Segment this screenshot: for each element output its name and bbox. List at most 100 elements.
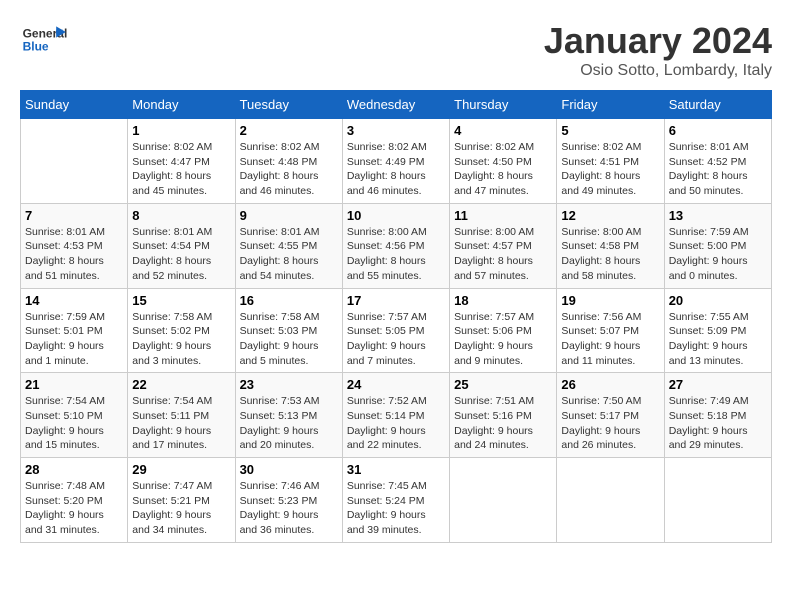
header-thursday: Thursday	[450, 91, 557, 119]
day-number: 7	[25, 208, 123, 223]
header-tuesday: Tuesday	[235, 91, 342, 119]
calendar-cell: 21 Sunrise: 7:54 AMSunset: 5:10 PMDayligh…	[21, 373, 128, 458]
calendar-week-row: 21 Sunrise: 7:54 AMSunset: 5:10 PMDayligh…	[21, 373, 772, 458]
calendar-cell	[557, 458, 664, 543]
day-info: Sunrise: 8:00 AMSunset: 4:58 PMDaylight:…	[561, 225, 659, 284]
calendar-week-row: 28Sunrise: 7:48 AMSunset: 5:20 PMDayligh…	[21, 458, 772, 543]
calendar-cell: 26 Sunrise: 7:50 AMSunset: 5:17 PMDayligh…	[557, 373, 664, 458]
calendar-cell: 6Sunrise: 8:01 AMSunset: 4:52 PMDaylight…	[664, 119, 771, 204]
calendar-title: January 2024	[544, 20, 772, 62]
calendar-cell	[664, 458, 771, 543]
day-number: 22	[132, 377, 230, 392]
logo-icon: General Blue	[20, 20, 70, 60]
day-number: 19	[561, 293, 659, 308]
calendar-cell: 14 Sunrise: 7:59 AMSunset: 5:01 PMDayligh…	[21, 288, 128, 373]
calendar-cell: 5 Sunrise: 8:02 AMSunset: 4:51 PMDaylight…	[557, 119, 664, 204]
calendar-cell: 2 Sunrise: 8:02 AMSunset: 4:48 PMDaylight…	[235, 119, 342, 204]
calendar-table: Sunday Monday Tuesday Wednesday Thursday…	[20, 90, 772, 543]
day-number: 17	[347, 293, 445, 308]
svg-text:Blue: Blue	[23, 39, 49, 53]
day-info: Sunrise: 8:02 AMSunset: 4:48 PMDaylight:…	[240, 140, 338, 199]
calendar-cell: 28Sunrise: 7:48 AMSunset: 5:20 PMDayligh…	[21, 458, 128, 543]
day-number: 14	[25, 293, 123, 308]
day-number: 15	[132, 293, 230, 308]
calendar-cell: 13 Sunrise: 7:59 AMSunset: 5:00 PMDayligh…	[664, 203, 771, 288]
calendar-cell: 18 Sunrise: 7:57 AMSunset: 5:06 PMDayligh…	[450, 288, 557, 373]
title-area: January 2024 Osio Sotto, Lombardy, Italy	[544, 20, 772, 80]
day-number: 20	[669, 293, 767, 308]
day-info: Sunrise: 8:02 AMSunset: 4:47 PMDaylight:…	[132, 140, 230, 199]
calendar-week-row: 14 Sunrise: 7:59 AMSunset: 5:01 PMDayligh…	[21, 288, 772, 373]
calendar-cell: 7 Sunrise: 8:01 AMSunset: 4:53 PMDaylight…	[21, 203, 128, 288]
day-info: Sunrise: 7:53 AMSunset: 5:13 PMDaylight:…	[240, 394, 338, 453]
calendar-cell: 19Sunrise: 7:56 AMSunset: 5:07 PMDayligh…	[557, 288, 664, 373]
day-number: 13	[669, 208, 767, 223]
day-info: Sunrise: 7:59 AMSunset: 5:00 PMDaylight:…	[669, 225, 767, 284]
calendar-cell: 20Sunrise: 7:55 AMSunset: 5:09 PMDayligh…	[664, 288, 771, 373]
calendar-cell: 30Sunrise: 7:46 AMSunset: 5:23 PMDayligh…	[235, 458, 342, 543]
day-number: 21	[25, 377, 123, 392]
day-number: 18	[454, 293, 552, 308]
calendar-cell: 24 Sunrise: 7:52 AMSunset: 5:14 PMDayligh…	[342, 373, 449, 458]
day-number: 31	[347, 462, 445, 477]
day-info: Sunrise: 7:57 AMSunset: 5:06 PMDaylight:…	[454, 310, 552, 369]
day-number: 12	[561, 208, 659, 223]
day-info: Sunrise: 8:00 AMSunset: 4:56 PMDaylight:…	[347, 225, 445, 284]
day-info: Sunrise: 8:01 AMSunset: 4:55 PMDaylight:…	[240, 225, 338, 284]
day-number: 29	[132, 462, 230, 477]
day-number: 24	[347, 377, 445, 392]
day-info: Sunrise: 8:02 AMSunset: 4:50 PMDaylight:…	[454, 140, 552, 199]
day-info: Sunrise: 7:47 AMSunset: 5:21 PMDaylight:…	[132, 479, 230, 538]
day-number: 9	[240, 208, 338, 223]
calendar-cell: 1 Sunrise: 8:02 AMSunset: 4:47 PMDaylight…	[128, 119, 235, 204]
day-info: Sunrise: 8:01 AMSunset: 4:54 PMDaylight:…	[132, 225, 230, 284]
day-info: Sunrise: 7:48 AMSunset: 5:20 PMDaylight:…	[25, 479, 123, 538]
calendar-cell: 10 Sunrise: 8:00 AMSunset: 4:56 PMDayligh…	[342, 203, 449, 288]
day-info: Sunrise: 7:59 AMSunset: 5:01 PMDaylight:…	[25, 310, 123, 369]
day-number: 8	[132, 208, 230, 223]
calendar-cell: 22 Sunrise: 7:54 AMSunset: 5:11 PMDayligh…	[128, 373, 235, 458]
day-info: Sunrise: 7:58 AMSunset: 5:03 PMDaylight:…	[240, 310, 338, 369]
day-info: Sunrise: 8:02 AMSunset: 4:51 PMDaylight:…	[561, 140, 659, 199]
calendar-cell: 4 Sunrise: 8:02 AMSunset: 4:50 PMDaylight…	[450, 119, 557, 204]
day-number: 1	[132, 123, 230, 138]
calendar-cell: 29 Sunrise: 7:47 AMSunset: 5:21 PMDayligh…	[128, 458, 235, 543]
calendar-cell: 27 Sunrise: 7:49 AMSunset: 5:18 PMDayligh…	[664, 373, 771, 458]
logo: General Blue	[20, 20, 70, 60]
day-number: 3	[347, 123, 445, 138]
calendar-subtitle: Osio Sotto, Lombardy, Italy	[544, 62, 772, 80]
day-number: 30	[240, 462, 338, 477]
calendar-cell: 17 Sunrise: 7:57 AMSunset: 5:05 PMDayligh…	[342, 288, 449, 373]
header-monday: Monday	[128, 91, 235, 119]
day-number: 11	[454, 208, 552, 223]
calendar-cell: 3 Sunrise: 8:02 AMSunset: 4:49 PMDaylight…	[342, 119, 449, 204]
day-info: Sunrise: 7:50 AMSunset: 5:17 PMDaylight:…	[561, 394, 659, 453]
calendar-cell: 23Sunrise: 7:53 AMSunset: 5:13 PMDayligh…	[235, 373, 342, 458]
day-number: 16	[240, 293, 338, 308]
day-info: Sunrise: 8:00 AMSunset: 4:57 PMDaylight:…	[454, 225, 552, 284]
day-info: Sunrise: 8:01 AMSunset: 4:53 PMDaylight:…	[25, 225, 123, 284]
day-number: 25	[454, 377, 552, 392]
calendar-cell: 12 Sunrise: 8:00 AMSunset: 4:58 PMDayligh…	[557, 203, 664, 288]
day-number: 4	[454, 123, 552, 138]
day-info: Sunrise: 7:49 AMSunset: 5:18 PMDaylight:…	[669, 394, 767, 453]
day-number: 2	[240, 123, 338, 138]
day-info: Sunrise: 8:02 AMSunset: 4:49 PMDaylight:…	[347, 140, 445, 199]
day-info: Sunrise: 7:45 AMSunset: 5:24 PMDaylight:…	[347, 479, 445, 538]
day-info: Sunrise: 7:58 AMSunset: 5:02 PMDaylight:…	[132, 310, 230, 369]
day-number: 27	[669, 377, 767, 392]
calendar-week-row: 7 Sunrise: 8:01 AMSunset: 4:53 PMDaylight…	[21, 203, 772, 288]
day-info: Sunrise: 7:51 AMSunset: 5:16 PMDaylight:…	[454, 394, 552, 453]
header-sunday: Sunday	[21, 91, 128, 119]
day-info: Sunrise: 7:57 AMSunset: 5:05 PMDaylight:…	[347, 310, 445, 369]
day-number: 5	[561, 123, 659, 138]
day-info: Sunrise: 7:54 AMSunset: 5:11 PMDaylight:…	[132, 394, 230, 453]
day-number: 10	[347, 208, 445, 223]
day-info: Sunrise: 7:54 AMSunset: 5:10 PMDaylight:…	[25, 394, 123, 453]
calendar-cell: 9 Sunrise: 8:01 AMSunset: 4:55 PMDaylight…	[235, 203, 342, 288]
calendar-cell	[21, 119, 128, 204]
calendar-cell	[450, 458, 557, 543]
day-info: Sunrise: 7:52 AMSunset: 5:14 PMDaylight:…	[347, 394, 445, 453]
day-number: 26	[561, 377, 659, 392]
day-info: Sunrise: 8:01 AMSunset: 4:52 PMDaylight:…	[669, 140, 767, 199]
